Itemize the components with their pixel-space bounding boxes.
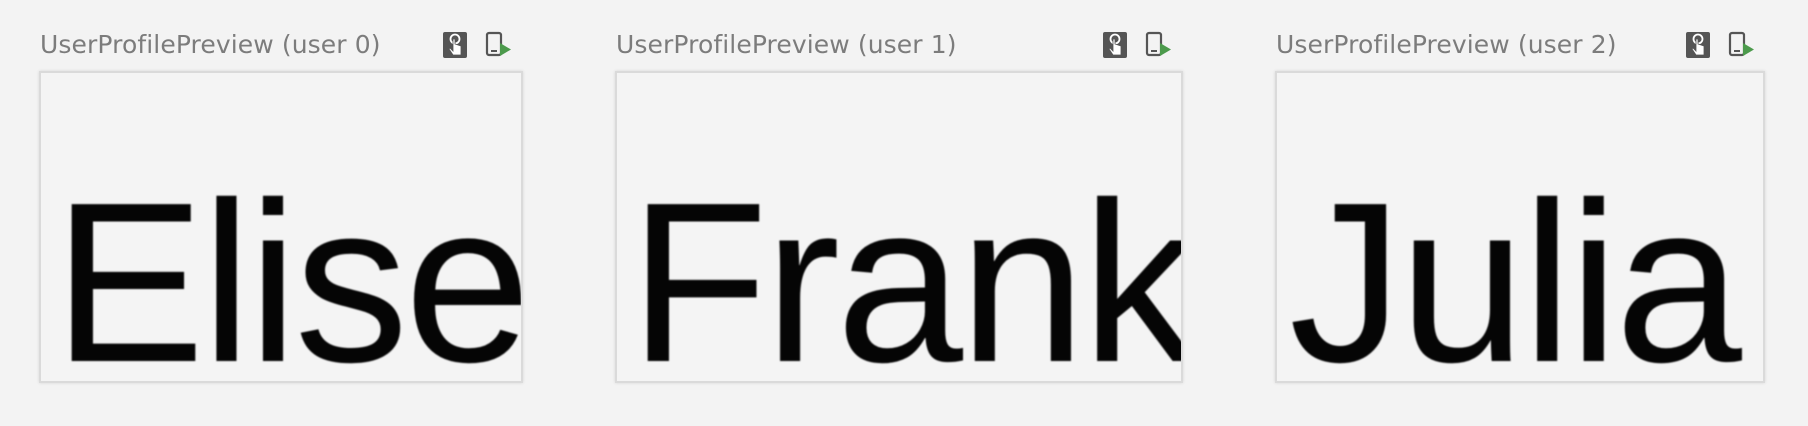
preview-frame: Elise [39,71,523,383]
interactive-mode-button[interactable] [1098,28,1132,62]
run-on-device-icon [1145,31,1171,57]
run-on-device-button[interactable] [1725,28,1759,62]
interactive-mode-icon [1686,32,1710,58]
preview-frame: Frank [615,71,1183,383]
run-on-device-icon [485,31,511,57]
interactive-mode-button[interactable] [1681,28,1715,62]
preview-title: UserProfilePreview (user 2) [1276,30,1617,59]
run-on-device-icon [1728,31,1754,57]
user-name-text: Julia [1289,156,1742,383]
interactive-mode-icon [1103,32,1127,58]
interactive-mode-icon [443,32,467,58]
preview-title: UserProfilePreview (user 1) [616,30,957,59]
preview-title: UserProfilePreview (user 0) [40,30,381,59]
interactive-mode-button[interactable] [438,28,472,62]
preview-frame: Julia [1275,71,1765,383]
user-name-text: Elise [53,156,523,383]
run-on-device-button[interactable] [482,28,516,62]
user-name-text: Frank [629,156,1183,383]
run-on-device-button[interactable] [1142,28,1176,62]
